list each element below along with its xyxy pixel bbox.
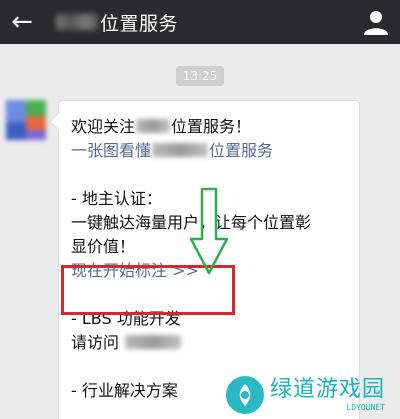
back-button[interactable]: ← [0,0,44,44]
watermark-logo-icon [226,375,264,414]
watermark-url: LDYOUNET [346,402,386,412]
down-arrow-annotation [189,187,229,275]
title-bar: ← 位置服务 [0,0,400,44]
intro-link[interactable]: 一张图看懂 位置服务 [71,139,347,163]
person-icon [364,11,388,35]
avatar[interactable] [6,100,46,140]
redacted-name [136,119,171,133]
page-title: 位置服务 [100,12,179,35]
watermark-title: 绿道游戏园 [270,376,386,402]
redacted-url[interactable] [125,335,182,349]
visit-line: 请访问 [71,331,347,355]
watermark: 绿道游戏园 LDYOUNET [226,370,400,419]
timestamp-badge: 13:25 [176,66,224,86]
chat-title: 位置服务 [56,9,178,36]
back-arrow-icon: ← [11,7,33,37]
welcome-line: 欢迎关注 位置服务！ [71,117,252,136]
redacted-name [56,14,98,30]
redacted-name [152,143,209,157]
profile-button[interactable] [360,6,392,38]
